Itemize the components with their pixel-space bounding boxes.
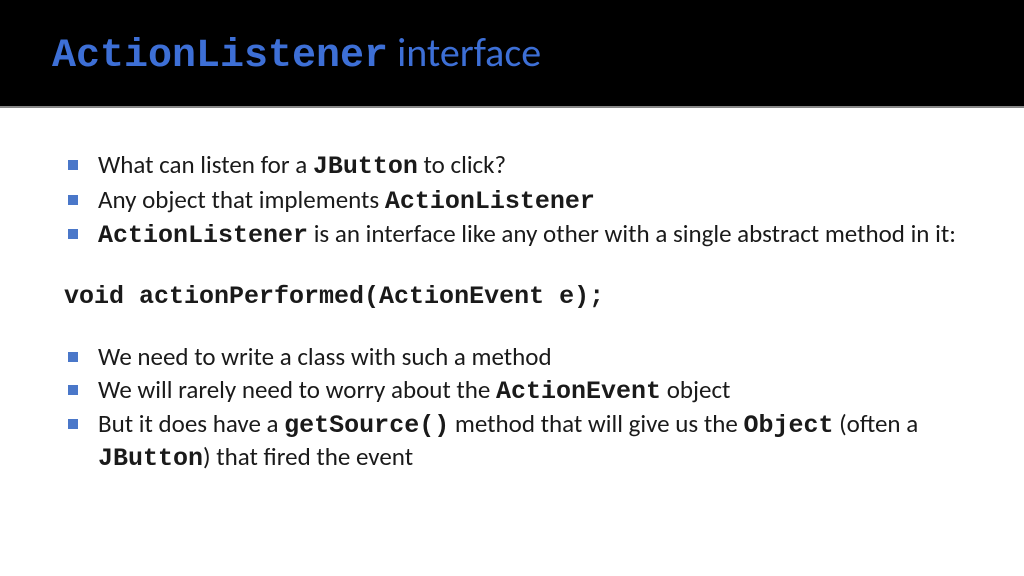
bullet-item: But it does have a getSource() method th… bbox=[98, 409, 960, 474]
code-block: void actionPerformed(ActionEvent e); bbox=[64, 282, 960, 313]
slide-title: ActionListener interface bbox=[52, 28, 541, 79]
text: We need to write a class with such a met… bbox=[98, 341, 552, 372]
text: But it does have a bbox=[98, 408, 284, 439]
text: ) that fired the event bbox=[203, 441, 413, 472]
text: method that will give us the bbox=[449, 408, 743, 439]
text: to click? bbox=[418, 149, 506, 180]
title-rest: interface bbox=[388, 28, 541, 77]
text: (often a bbox=[833, 408, 918, 439]
text: We will rarely need to worry about the bbox=[98, 374, 496, 405]
code-span: getSource() bbox=[284, 411, 449, 440]
slide-header: ActionListener interface bbox=[0, 0, 1024, 108]
code-span: JButton bbox=[313, 152, 418, 181]
text: object bbox=[661, 374, 730, 405]
code-span: JButton bbox=[98, 444, 203, 473]
code-span: ActionListener bbox=[98, 221, 308, 250]
code-span: ActionListener bbox=[385, 187, 595, 216]
text: is an interface like any other with a si… bbox=[308, 218, 956, 249]
bullet-list-2: We need to write a class with such a met… bbox=[64, 342, 960, 474]
text: What can listen for a bbox=[98, 149, 313, 180]
text: Any object that implements bbox=[98, 184, 385, 215]
code-span: Object bbox=[743, 411, 833, 440]
bullet-item: We need to write a class with such a met… bbox=[98, 342, 960, 373]
code-span: ActionEvent bbox=[496, 377, 661, 406]
bullet-list-1: What can listen for a JButton to click? … bbox=[64, 150, 960, 252]
bullet-item: ActionListener is an interface like any … bbox=[98, 219, 960, 252]
bullet-item: What can listen for a JButton to click? bbox=[98, 150, 960, 183]
bullet-item: Any object that implements ActionListene… bbox=[98, 185, 960, 218]
title-code: ActionListener bbox=[52, 34, 388, 79]
slide-body: What can listen for a JButton to click? … bbox=[0, 108, 1024, 474]
bullet-item: We will rarely need to worry about the A… bbox=[98, 375, 960, 408]
